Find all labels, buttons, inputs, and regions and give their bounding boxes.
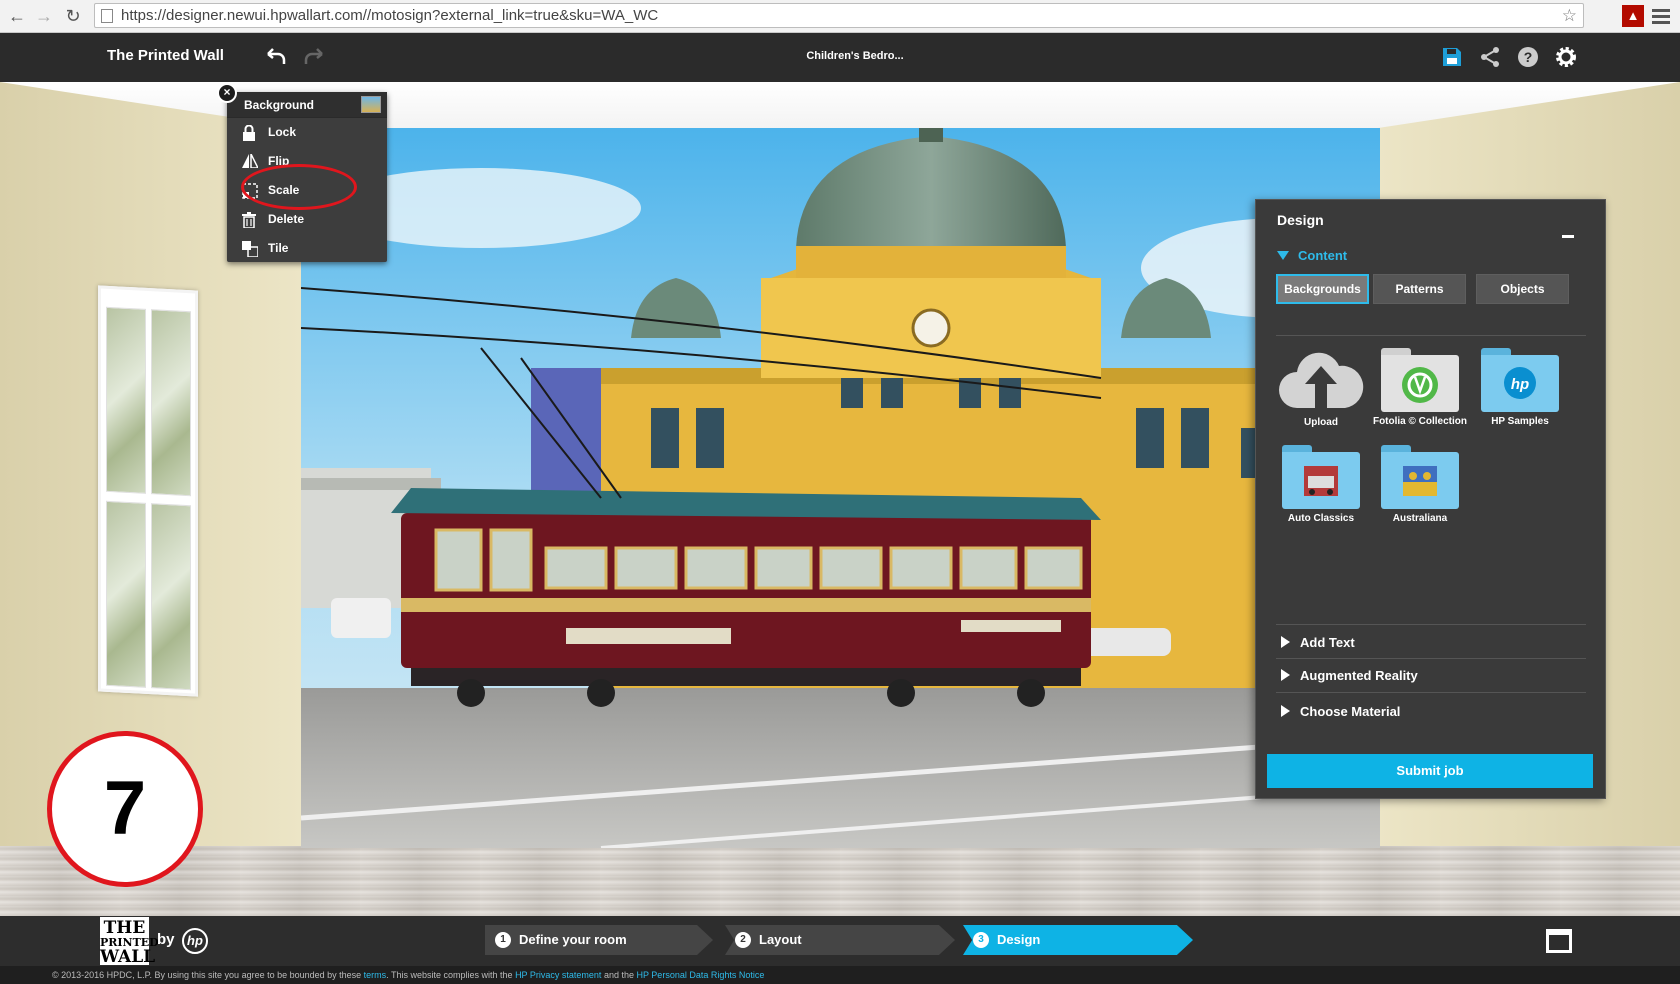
caret-right-icon [1281, 705, 1290, 717]
panel-title: Design [1277, 212, 1324, 228]
room-window [98, 285, 198, 697]
caret-right-icon [1281, 636, 1290, 648]
step-number: 2 [735, 932, 751, 948]
pdf-extension-icon[interactable]: ▲ [1622, 5, 1644, 27]
step-define-your-room[interactable]: 1 Define your room [485, 925, 713, 955]
step-number-badge: 7 [47, 731, 203, 887]
footer-bar: THE PRINTED WALL by hp 1 Define your roo… [0, 916, 1680, 966]
tab-objects[interactable]: Objects [1476, 274, 1569, 304]
content-section-toggle[interactable]: Content [1277, 248, 1347, 263]
browser-toolbar: ← → ↻ https://designer.newui.hpwallart.c… [0, 0, 1680, 33]
document-title[interactable]: Children's Bedro... [0, 50, 1680, 62]
share-icon[interactable] [1478, 45, 1502, 69]
page-icon [101, 9, 113, 23]
submit-job-button[interactable]: Submit job [1267, 754, 1593, 788]
wallpaper-image[interactable] [301, 128, 1380, 848]
tile-icon [242, 241, 258, 257]
forward-arrow-icon[interactable]: → [33, 5, 55, 27]
menu-item-lock[interactable]: Lock [227, 118, 387, 147]
privacy-statement-link[interactable]: HP Privacy statement [515, 970, 601, 980]
step-layout[interactable]: 2 Layout [725, 925, 955, 955]
settings-gear-icon[interactable] [1554, 45, 1578, 69]
step-number: 1 [495, 932, 511, 948]
tile-australiana[interactable]: Australiana [1370, 445, 1470, 524]
cloud-upload-icon [1279, 352, 1364, 408]
scale-highlight-circle [241, 164, 357, 210]
minimize-icon[interactable] [1562, 235, 1574, 238]
trash-icon [242, 212, 256, 228]
legal-footer: © 2013-2016 HPDC, L.P. By using this sit… [0, 966, 1680, 984]
lock-icon [243, 125, 255, 141]
menu-item-tile[interactable]: Tile [227, 234, 387, 263]
url-text: https://designer.newui.hpwallart.com//mo… [121, 7, 659, 24]
tile-fotolia-collection[interactable]: Fotolia © Collection [1370, 348, 1470, 427]
tab-backgrounds[interactable]: Backgrounds [1276, 274, 1369, 304]
reload-icon[interactable]: ↻ [62, 5, 84, 27]
hp-logo: hp [182, 928, 208, 954]
svg-text:?: ? [1524, 49, 1533, 65]
accordion-augmented-reality[interactable]: Augmented Reality [1281, 668, 1418, 683]
step-design[interactable]: 3 Design [963, 925, 1193, 955]
tile-auto-classics[interactable]: Auto Classics [1271, 445, 1371, 524]
back-arrow-icon[interactable]: ← [6, 5, 28, 27]
by-label: by [157, 931, 175, 948]
save-icon[interactable] [1440, 45, 1464, 69]
flip-icon [242, 154, 258, 168]
auto-classics-folder-icon [1282, 445, 1360, 509]
caret-right-icon [1281, 669, 1290, 681]
australiana-folder-icon [1381, 445, 1459, 509]
the-printed-wall-logo: THE PRINTED WALL [100, 917, 159, 967]
background-thumbnail [361, 96, 381, 113]
fullscreen-icon[interactable] [1546, 929, 1572, 953]
caret-down-icon [1277, 251, 1289, 260]
tab-patterns[interactable]: Patterns [1373, 274, 1466, 304]
help-icon[interactable]: ? [1516, 45, 1540, 69]
close-icon[interactable]: × [217, 83, 237, 103]
address-bar[interactable]: https://designer.newui.hpwallart.com//mo… [94, 3, 1584, 28]
accordion-choose-material[interactable]: Choose Material [1281, 704, 1400, 719]
browser-menu-icon[interactable] [1652, 6, 1670, 26]
bookmark-star-icon[interactable]: ☆ [1562, 4, 1577, 27]
tile-upload[interactable]: Upload [1271, 348, 1371, 428]
tile-hp-samples[interactable]: hp HP Samples [1470, 348, 1570, 427]
step-number: 3 [973, 932, 989, 948]
context-menu-header: Background [227, 92, 387, 118]
data-rights-notice-link[interactable]: HP Personal Data Rights Notice [636, 970, 764, 980]
accordion-add-text[interactable]: Add Text [1281, 635, 1355, 650]
context-menu-title: Background [244, 98, 315, 112]
svg-text:hp: hp [1511, 376, 1529, 393]
app-header: The Printed Wall Children's Bedro... ? [0, 33, 1680, 82]
fotolia-folder-icon [1381, 348, 1459, 412]
terms-link[interactable]: terms [364, 970, 387, 980]
hp-folder-icon: hp [1481, 348, 1559, 412]
design-panel: Design Content Backgrounds Patterns Obje… [1255, 199, 1606, 799]
